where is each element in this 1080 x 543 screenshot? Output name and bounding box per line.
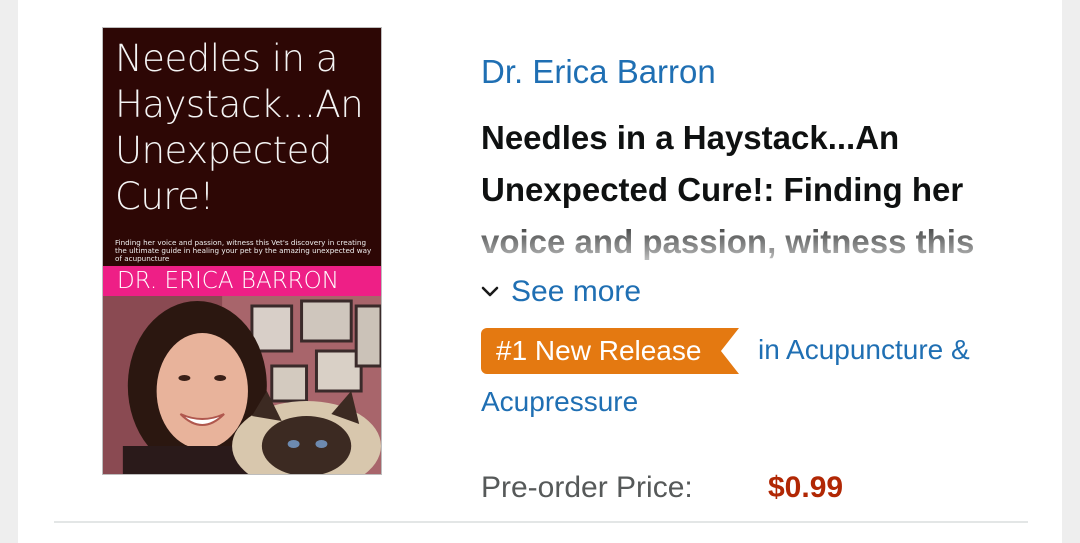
cover-photo xyxy=(103,296,381,474)
see-more-label: See more xyxy=(511,275,642,308)
book-title: Needles in a Haystack...An Unexpected Cu… xyxy=(481,119,975,260)
cover-author: DR. ERICA BARRON xyxy=(117,268,339,294)
price-value: $0.99 xyxy=(768,471,844,504)
cover-subtitle: Finding her voice and passion, witness t… xyxy=(115,238,372,263)
divider xyxy=(54,521,1028,523)
new-release-badge[interactable]: #1 New Release xyxy=(481,328,739,374)
chevron-down-icon xyxy=(481,286,499,297)
see-more-toggle[interactable]: See more xyxy=(481,272,641,312)
author-link[interactable]: Dr. Erica Barron xyxy=(481,52,716,92)
book-title-container: Needles in a Haystack...An Unexpected Cu… xyxy=(481,112,1041,264)
book-cover-image[interactable]: Needles in a Haystack...An Unexpected Cu… xyxy=(102,27,382,475)
category-link-continued[interactable]: Acupressure xyxy=(481,383,638,421)
category-link[interactable]: in Acupuncture & xyxy=(758,331,970,369)
cover-title: Needles in a Haystack...An Unexpected Cu… xyxy=(115,37,364,218)
price-label: Pre-order Price: xyxy=(481,471,693,504)
cover-author-band: DR. ERICA BARRON xyxy=(103,266,381,296)
badge-label: #1 New Release xyxy=(496,335,702,366)
